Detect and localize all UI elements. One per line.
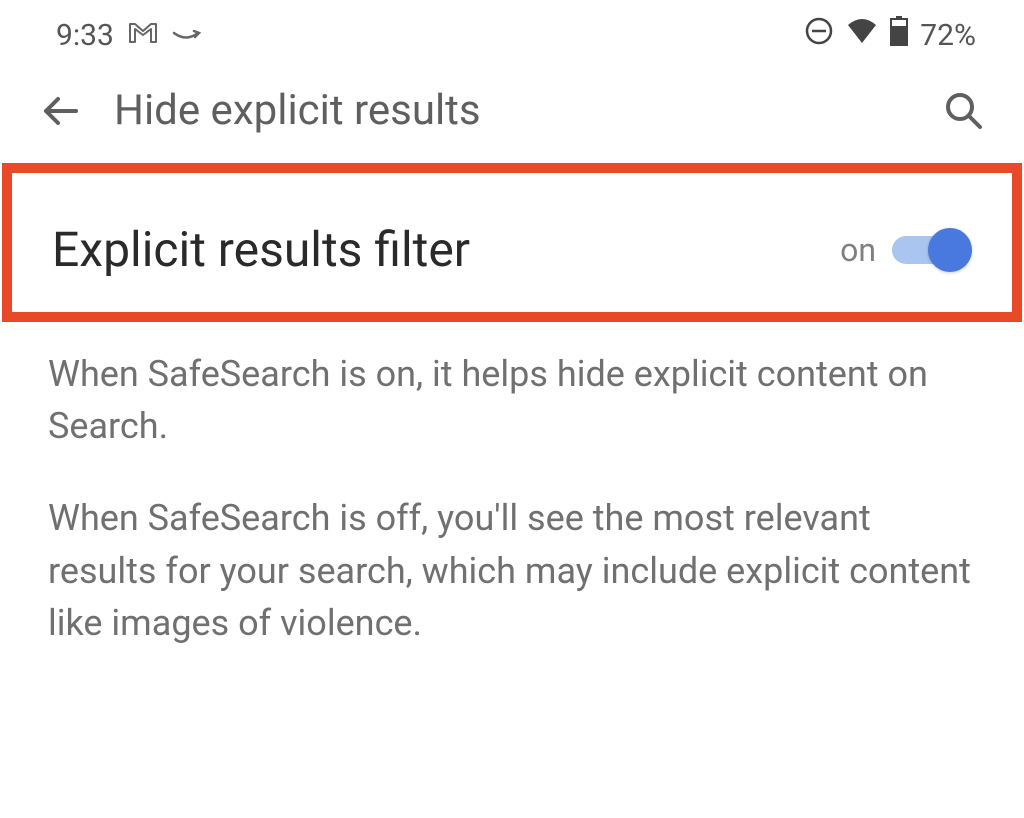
battery-icon [890,16,908,54]
status-bar: 9:33 [0,0,1024,62]
app-bar: Hide explicit results [0,62,1024,163]
explicit-results-toggle[interactable] [892,231,968,269]
status-left: 9:33 [56,18,202,53]
back-button[interactable] [38,89,82,133]
wifi-icon [846,18,878,53]
battery-percentage: 72% [920,18,976,53]
setting-description: When SafeSearch is on, it helps hide exp… [0,322,1024,649]
amazon-smile-icon [172,18,202,53]
setting-row-highlight: Explicit results filter on [2,163,1022,322]
dnd-icon [804,16,834,54]
status-right: 72% [804,16,976,54]
search-button[interactable] [942,89,986,133]
page-title: Hide explicit results [114,86,910,135]
toggle-group: on [840,231,968,269]
description-paragraph-2: When SafeSearch is off, you'll see the m… [48,492,976,649]
gmail-icon [128,18,158,53]
status-time: 9:33 [56,18,114,53]
toggle-state-label: on [840,231,876,269]
setting-title: Explicit results filter [52,221,470,278]
description-paragraph-1: When SafeSearch is on, it helps hide exp… [48,348,976,452]
